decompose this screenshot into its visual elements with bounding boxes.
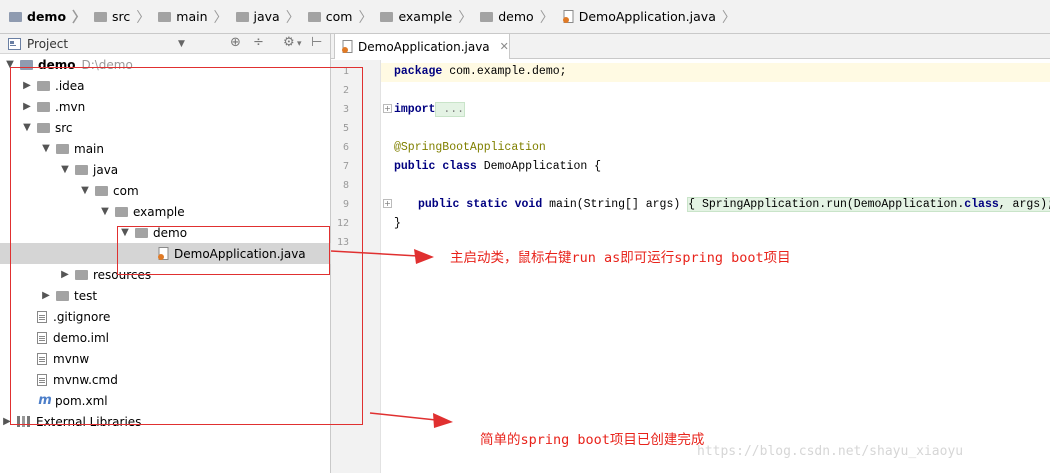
watermark: https://blog.csdn.net/shayu_xiaoyu — [697, 444, 964, 459]
annotation-note-main-class: 主启动类，鼠标右键run as即可运行spring boot项目 — [450, 250, 791, 266]
annotation-arrow-2 — [369, 412, 437, 421]
arrowhead-icon — [433, 413, 453, 428]
annotation-note-complete: 简单的spring boot项目已创建完成 — [480, 432, 705, 448]
annotation-arrow-1 — [330, 250, 419, 257]
annotation-arrows — [330, 249, 453, 428]
arrowhead-icon — [414, 249, 434, 264]
